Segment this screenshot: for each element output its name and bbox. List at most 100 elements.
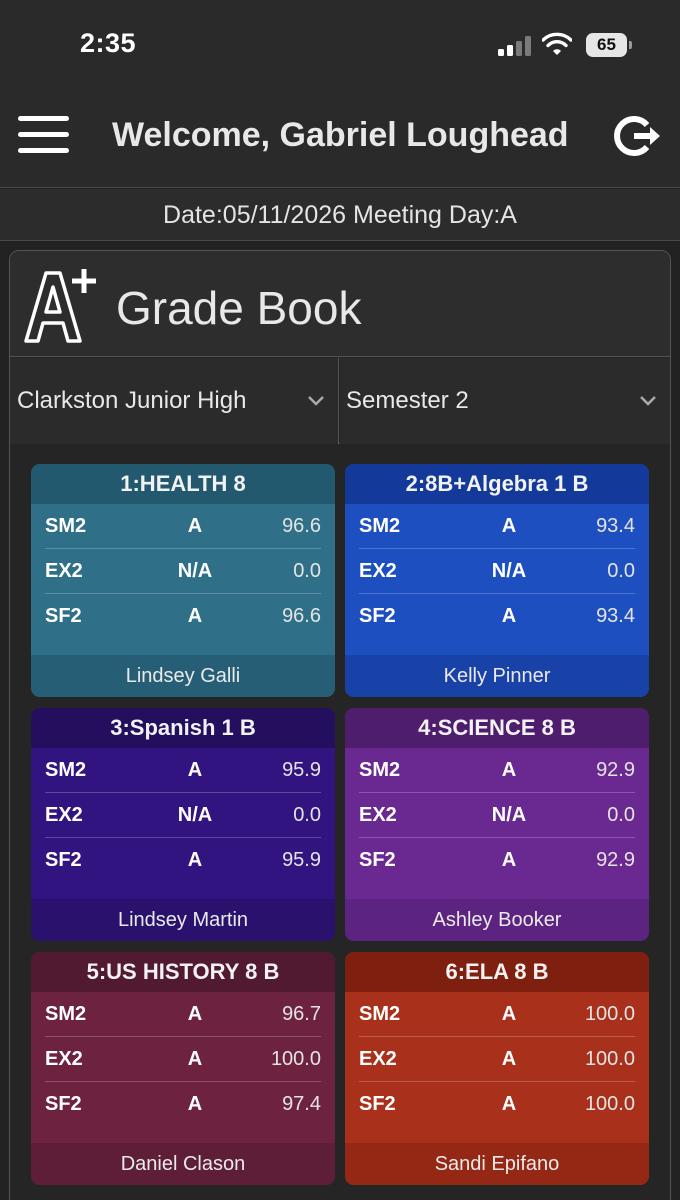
cellular-signal-icon (498, 36, 532, 56)
term-label: SM2 (45, 1003, 87, 1025)
class-title: 2:8B+Algebra 1 B (345, 464, 649, 504)
welcome-title: Welcome, Gabriel Loughead (112, 116, 569, 154)
grade-score: 96.6 (282, 515, 321, 537)
grade-score: 100.0 (584, 1003, 635, 1025)
grade-score: 0.0 (293, 560, 321, 582)
term-label: SF2 (359, 849, 396, 871)
letter-grade: N/A (491, 560, 527, 582)
teacher-name: Kelly Pinner (345, 655, 649, 697)
letter-grade: A (501, 515, 517, 537)
school-select[interactable]: Clarkston Junior High (10, 358, 339, 444)
grade-row: SF2 A 95.9 (45, 838, 321, 883)
term-select-value: Semester 2 (346, 387, 469, 414)
term-label: SF2 (359, 1093, 396, 1115)
letter-grade: A (187, 1003, 203, 1025)
term-label: SM2 (359, 515, 401, 537)
grade-rows: SM2 A 96.6 EX2 N/A 0.0 SF2 A 96.6 (31, 504, 335, 639)
chevron-down-icon (308, 396, 324, 406)
grade-rows: SM2 A 100.0 EX2 A 100.0 SF2 A 100.0 (345, 992, 649, 1127)
letter-grade: A (187, 1048, 203, 1070)
grade-row: EX2 A 100.0 (45, 1037, 321, 1082)
letter-grade: N/A (177, 560, 213, 582)
grade-row: SM2 A 92.9 (359, 748, 635, 793)
grade-rows: SM2 A 92.9 EX2 N/A 0.0 SF2 A 92.9 (345, 748, 649, 883)
letter-grade: A (187, 605, 203, 627)
term-label: EX2 (45, 804, 83, 826)
teacher-name: Ashley Booker (345, 899, 649, 941)
letter-grade: A (187, 515, 203, 537)
grade-rows: SM2 A 93.4 EX2 N/A 0.0 SF2 A 93.4 (345, 504, 649, 639)
term-label: EX2 (45, 560, 83, 582)
class-card[interactable]: 6:ELA 8 B SM2 A 100.0 EX2 A 100.0 SF2 A … (345, 952, 649, 1185)
term-label: SF2 (45, 849, 82, 871)
letter-grade: A (501, 849, 517, 871)
grade-row: SM2 A 100.0 (359, 992, 635, 1037)
class-title: 3:Spanish 1 B (31, 708, 335, 748)
term-label: SF2 (45, 605, 82, 627)
grade-row: SM2 A 96.6 (45, 504, 321, 549)
grade-row: EX2 A 100.0 (359, 1037, 635, 1082)
grade-score: 97.4 (282, 1093, 321, 1115)
grade-score: 0.0 (293, 804, 321, 826)
letter-grade: A (501, 1003, 517, 1025)
grade-row: SM2 A 95.9 (45, 748, 321, 793)
grade-score: 100.0 (584, 1048, 635, 1070)
class-card[interactable]: 3:Spanish 1 B SM2 A 95.9 EX2 N/A 0.0 SF2… (31, 708, 335, 941)
class-card[interactable]: 2:8B+Algebra 1 B SM2 A 93.4 EX2 N/A 0.0 … (345, 464, 649, 697)
teacher-name: Sandi Epifano (345, 1143, 649, 1185)
letter-grade: A (501, 605, 517, 627)
grade-row: SF2 A 100.0 (359, 1082, 635, 1127)
grade-score: 93.4 (596, 605, 635, 627)
grade-score: 92.9 (596, 849, 635, 871)
grade-score: 100.0 (270, 1048, 321, 1070)
logout-icon[interactable] (612, 114, 662, 158)
app-header: Welcome, Gabriel Loughead (0, 90, 680, 188)
letter-grade: A (187, 759, 203, 781)
date-bar: Date:05/11/2026 Meeting Day:A (0, 189, 680, 241)
term-label: SM2 (45, 515, 87, 537)
chevron-down-icon (640, 396, 656, 406)
grade-score: 93.4 (596, 515, 635, 537)
a-plus-icon (24, 269, 96, 343)
teacher-name: Daniel Clason (31, 1143, 335, 1185)
letter-grade: A (187, 1093, 203, 1115)
letter-grade: A (501, 1093, 517, 1115)
term-select[interactable]: Semester 2 (340, 358, 670, 444)
grade-row: SF2 A 97.4 (45, 1082, 321, 1127)
term-label: EX2 (359, 1048, 397, 1070)
teacher-name: Lindsey Martin (31, 899, 335, 941)
class-title: 1:HEALTH 8 (31, 464, 335, 504)
grade-row: SF2 A 96.6 (45, 594, 321, 639)
grade-row: SF2 A 93.4 (359, 594, 635, 639)
grade-row: SM2 A 96.7 (45, 992, 321, 1037)
grade-score: 96.6 (282, 605, 321, 627)
status-bar: 2:35 65 (0, 0, 680, 90)
term-label: EX2 (359, 804, 397, 826)
letter-grade: N/A (491, 804, 527, 826)
grade-score: 95.9 (282, 759, 321, 781)
page-title: Grade Book (116, 282, 362, 334)
letter-grade: A (501, 1048, 517, 1070)
grade-row: SM2 A 93.4 (359, 504, 635, 549)
class-title: 4:SCIENCE 8 B (345, 708, 649, 748)
grade-row: EX2 N/A 0.0 (359, 793, 635, 838)
grade-row: EX2 N/A 0.0 (45, 793, 321, 838)
grade-score: 0.0 (607, 804, 635, 826)
status-time: 2:35 (80, 28, 137, 58)
class-card[interactable]: 4:SCIENCE 8 B SM2 A 92.9 EX2 N/A 0.0 SF2… (345, 708, 649, 941)
grade-rows: SM2 A 96.7 EX2 A 100.0 SF2 A 97.4 (31, 992, 335, 1127)
gradebook-header: Grade Book (10, 251, 670, 357)
class-title: 6:ELA 8 B (345, 952, 649, 992)
class-card[interactable]: 1:HEALTH 8 SM2 A 96.6 EX2 N/A 0.0 SF2 A … (31, 464, 335, 697)
grade-score: 95.9 (282, 849, 321, 871)
grade-score: 0.0 (607, 560, 635, 582)
class-card[interactable]: 5:US HISTORY 8 B SM2 A 96.7 EX2 A 100.0 … (31, 952, 335, 1185)
teacher-name: Lindsey Galli (31, 655, 335, 697)
battery-icon: 65 (586, 33, 632, 57)
class-title: 5:US HISTORY 8 B (31, 952, 335, 992)
grade-score: 96.7 (282, 1003, 321, 1025)
menu-icon[interactable] (18, 116, 70, 154)
grade-rows: SM2 A 95.9 EX2 N/A 0.0 SF2 A 95.9 (31, 748, 335, 883)
grade-score: 92.9 (596, 759, 635, 781)
battery-level: 65 (586, 33, 627, 57)
